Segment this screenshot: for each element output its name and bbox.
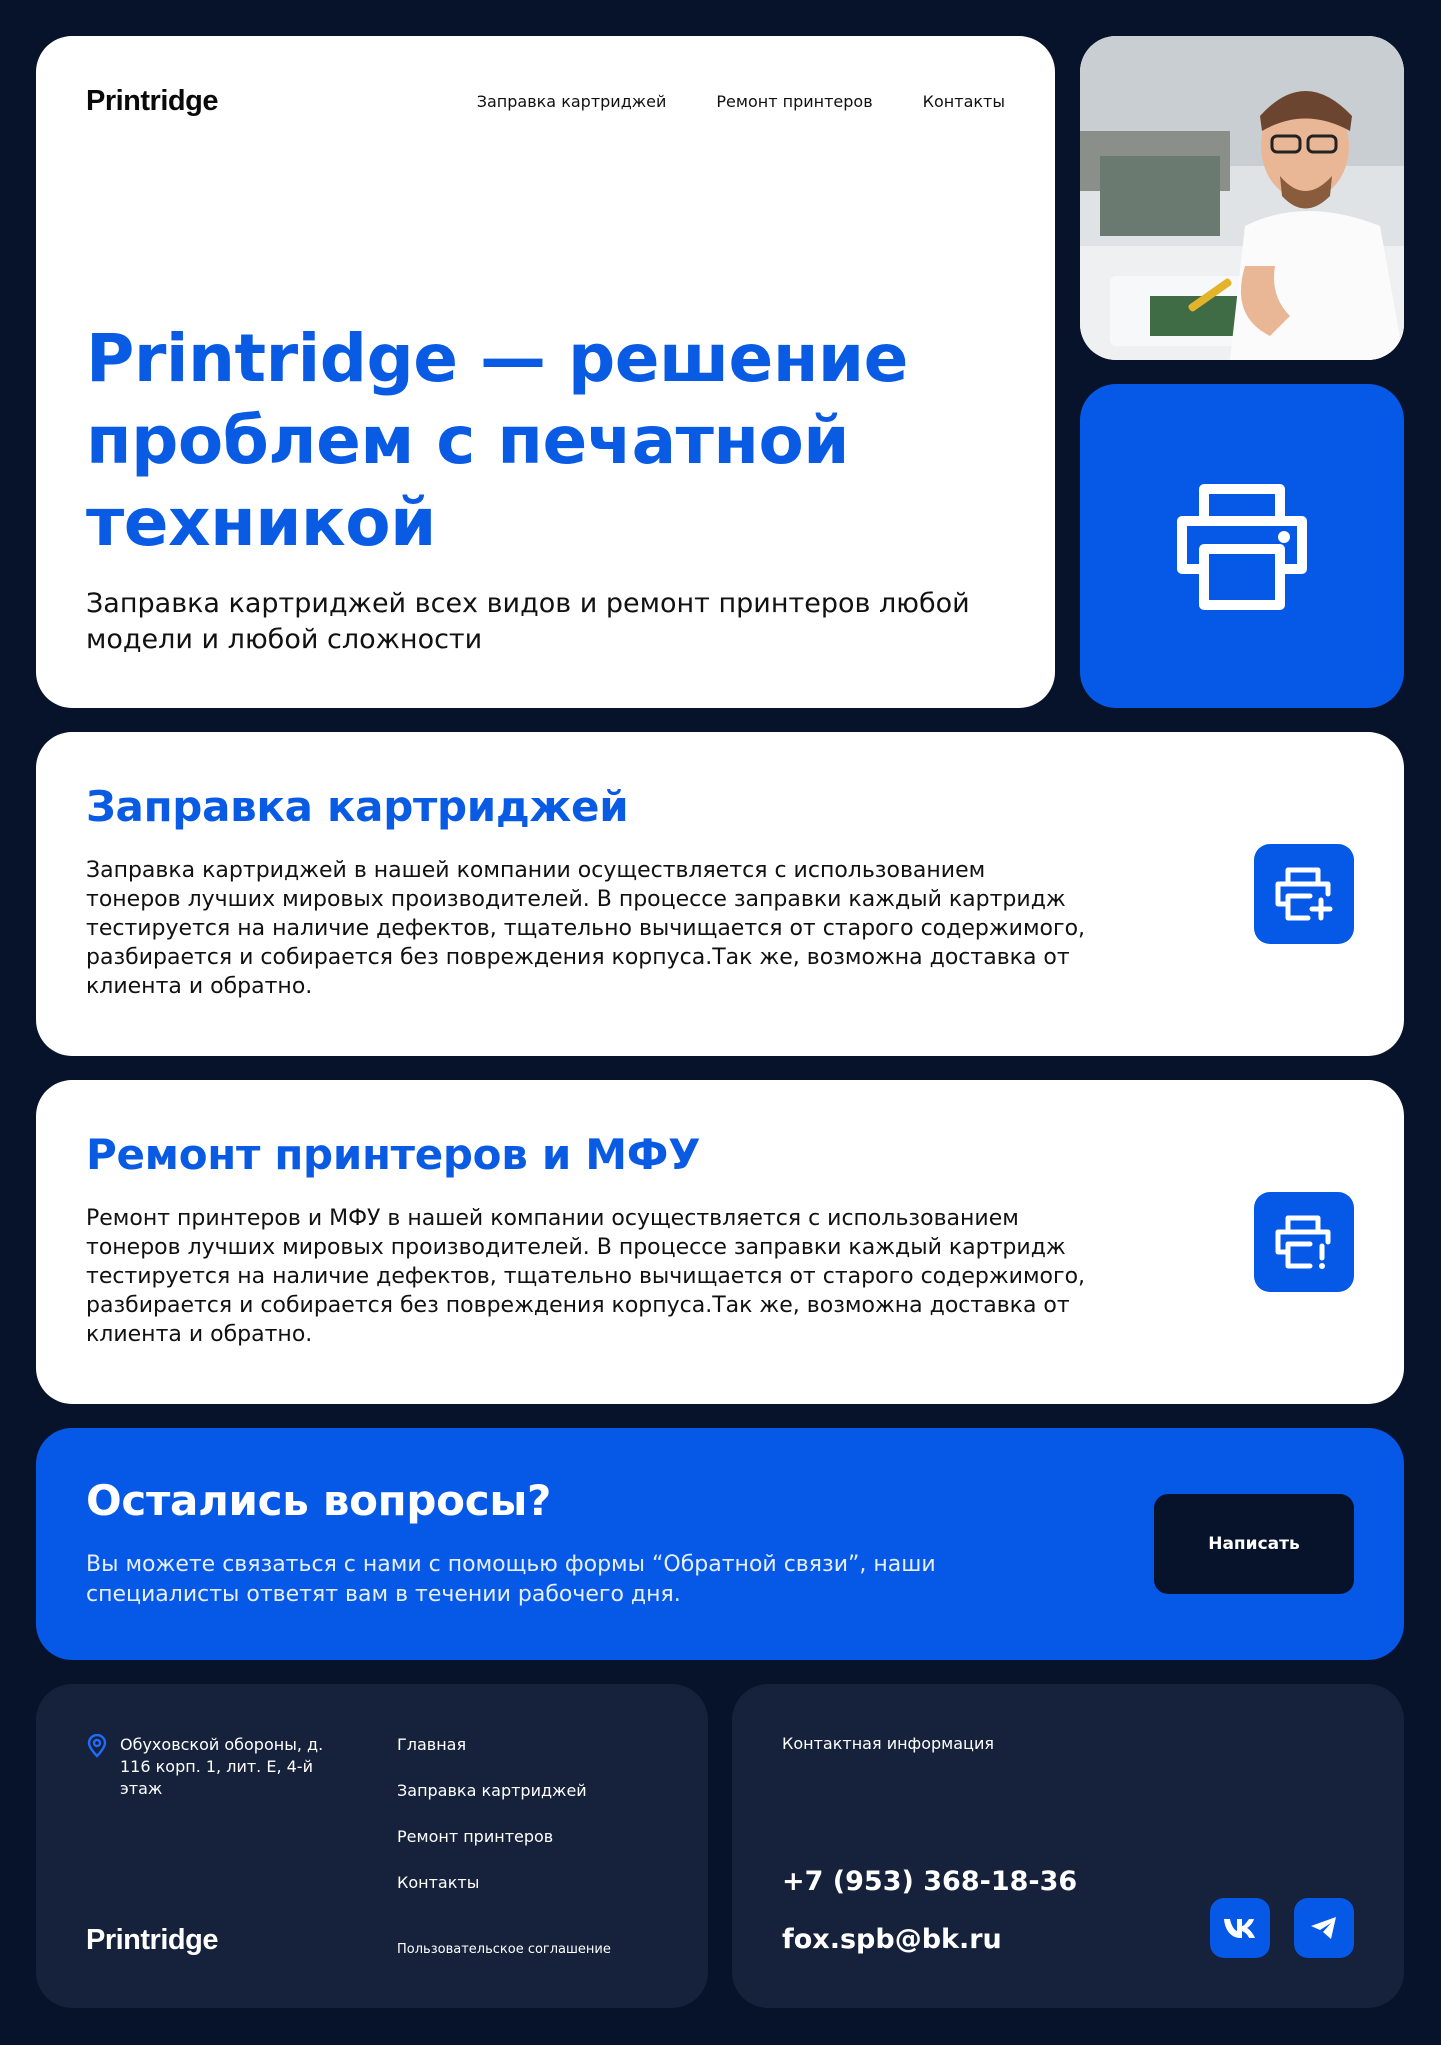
location-pin-icon: [87, 1734, 107, 1758]
hero-card: Printridge Заправка картриджей Ремонт пр…: [36, 36, 1055, 708]
contact-heading: Контактная информация: [782, 1734, 994, 1753]
user-agreement-link[interactable]: Пользовательское соглашение: [397, 1942, 611, 1957]
nav-link-repair[interactable]: Ремонт принтеров: [716, 92, 872, 111]
service-description: Заправка картриджей в нашей компании осу…: [86, 858, 1086, 999]
brand-logo[interactable]: Printridge: [86, 85, 218, 118]
footer-link-repair[interactable]: Ремонт принтеров: [397, 1826, 587, 1848]
questions-banner: Остались вопросы? Вы можете связаться с …: [36, 1428, 1404, 1660]
hero-title: Printridge — решение проблем с печатной …: [86, 320, 908, 561]
printer-plus-glyph: [1275, 867, 1333, 921]
service-description: Ремонт принтеров и МФУ в нашей компании …: [86, 1206, 1086, 1347]
technician-photo: [1080, 36, 1404, 360]
write-button[interactable]: Написать: [1154, 1494, 1354, 1594]
questions-text: Вы можете связаться с нами с помощью фор…: [86, 1552, 936, 1607]
email-address[interactable]: fox.spb@bk.ru: [782, 1924, 1002, 1955]
service-title: Заправка картриджей: [86, 782, 629, 831]
printer-alert-glyph: [1275, 1215, 1331, 1269]
printer-alert-icon[interactable]: [1254, 1192, 1354, 1292]
footer-link-refill[interactable]: Заправка картриджей: [397, 1780, 587, 1802]
phone-number[interactable]: +7 (953) 368-18-36: [782, 1866, 1077, 1897]
service-card-refill: Заправка картриджей Заправка картриджей …: [36, 732, 1404, 1056]
address-text: Обуховской обороны, д. 116 корп. 1, лит.…: [120, 1735, 324, 1798]
telegram-glyph: [1311, 1917, 1336, 1939]
footer-link-home[interactable]: Главная: [397, 1734, 587, 1756]
footer-brand-logo[interactable]: Printridge: [86, 1924, 218, 1957]
nav-link-contacts[interactable]: Контакты: [923, 92, 1005, 111]
printer-plus-icon[interactable]: [1254, 844, 1354, 944]
footer-link-contacts[interactable]: Контакты: [397, 1872, 587, 1894]
telegram-icon[interactable]: [1294, 1898, 1354, 1958]
service-title: Ремонт принтеров и МФУ: [86, 1130, 701, 1179]
main-nav: Заправка картриджей Ремонт принтеров Кон…: [477, 92, 1005, 111]
printer-feature-tile: [1080, 384, 1404, 708]
hero-subtitle: Заправка картриджей всех видов и ремонт …: [86, 588, 970, 655]
vk-icon[interactable]: [1210, 1898, 1270, 1958]
footer-links: Главная Заправка картриджей Ремонт принт…: [397, 1734, 587, 1894]
vk-glyph: [1224, 1919, 1255, 1938]
questions-title: Остались вопросы?: [86, 1476, 552, 1525]
footer-nav-card: Обуховской обороны, д. 116 корп. 1, лит.…: [36, 1684, 708, 2008]
footer-contact-card: Контактная информация +7 (953) 368-18-36…: [732, 1684, 1404, 2008]
technician-photo-illustration: [1080, 36, 1404, 360]
printer-icon: [1177, 484, 1307, 610]
nav-link-refill[interactable]: Заправка картриджей: [477, 92, 667, 111]
service-card-repair: Ремонт принтеров и МФУ Ремонт принтеров …: [36, 1080, 1404, 1404]
